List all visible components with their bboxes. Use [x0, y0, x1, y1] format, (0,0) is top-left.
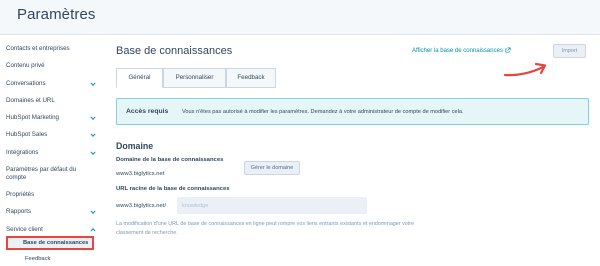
external-link-icon	[505, 47, 511, 55]
import-button[interactable]: Import	[553, 44, 586, 58]
tab-bar: Général Personnaliser Feedback	[116, 68, 596, 88]
sidebar-subitem-feedback[interactable]: Feedback	[6, 254, 94, 266]
sidebar-item-hubspot-marketing[interactable]: HubSpot Marketing	[0, 114, 108, 128]
url-change-warning: La modification d'une URL de base de con…	[116, 221, 415, 236]
domain-label: Domaine de la base de connaissances	[116, 157, 224, 163]
sidebar-item-label: Domaines et URL	[6, 97, 55, 104]
access-required-alert: Accès requis Vous n'êtes pas autorisé à …	[116, 98, 589, 125]
settings-sidebar: Contacts et entreprises Contenu privé Co…	[0, 35, 108, 266]
tab-customize[interactable]: Personnaliser	[163, 68, 226, 88]
domain-section-title: Domaine	[116, 141, 154, 151]
sidebar-item-hubspot-sales[interactable]: HubSpot Sales	[0, 131, 108, 145]
sidebar-item-label: HubSpot Marketing	[6, 114, 59, 121]
sidebar-item-label: Contacts et entreprises	[6, 45, 70, 52]
page-title: Base de connaissances	[116, 45, 233, 57]
sidebar-item-conversations[interactable]: Conversations	[0, 80, 108, 94]
kb-slug-input[interactable]	[177, 197, 367, 214]
chevron-down-icon[interactable]	[90, 150, 96, 156]
alert-title: Accès requis	[126, 108, 169, 115]
sidebar-subitem-knowledge-base[interactable]: Base de connaissances	[6, 236, 94, 250]
root-url-prefix: www3.biglytics.net/	[116, 203, 167, 209]
sidebar-item-label: Paramètres par défaut du compte	[6, 166, 77, 181]
sidebar-item-label: Contenu privé	[6, 62, 45, 69]
sidebar-item-label: Propriétés	[6, 191, 35, 198]
page-header-title: Paramètres	[17, 6, 96, 23]
chevron-down-icon[interactable]	[90, 132, 96, 138]
sidebar-item-label: Base de connaissances	[23, 239, 89, 246]
chevron-up-icon[interactable]	[90, 227, 96, 233]
sidebar-item-contacts[interactable]: Contacts et entreprises	[0, 45, 108, 59]
alert-message: Vous n'êtes pas autorisé à modifier les …	[182, 109, 464, 115]
sidebar-item-integrations[interactable]: Intégrations	[0, 149, 108, 163]
sidebar-item-label: Rapports	[6, 208, 32, 215]
chevron-down-icon[interactable]	[90, 81, 96, 87]
tab-general[interactable]: Général	[116, 68, 163, 88]
sidebar-item-label: HubSpot Sales	[6, 131, 48, 138]
domain-value: www3.biglytics.net	[116, 171, 165, 177]
main-content: Base de connaissances Afficher la base d…	[108, 35, 600, 266]
tab-feedback[interactable]: Feedback	[226, 68, 276, 88]
sidebar-item-label: Service client	[6, 226, 43, 233]
view-knowledge-base-label: Afficher la base de connaissances	[412, 48, 503, 54]
chevron-down-icon[interactable]	[90, 209, 96, 215]
sidebar-item-account-defaults[interactable]: Paramètres par défaut du compte	[0, 166, 108, 184]
sidebar-item-properties[interactable]: Propriétés	[0, 191, 108, 205]
view-knowledge-base-link[interactable]: Afficher la base de connaissances	[412, 47, 511, 55]
root-url-label: URL racine de la base de connaissances	[116, 186, 230, 192]
sidebar-item-label: Intégrations	[6, 149, 39, 156]
sidebar-item-private-content[interactable]: Contenu privé	[0, 62, 108, 76]
settings-header: Paramètres	[0, 0, 600, 35]
sidebar-item-label: Conversations	[6, 80, 46, 87]
sidebar-item-domains[interactable]: Domaines et URL	[0, 97, 108, 111]
chevron-down-icon[interactable]	[90, 115, 96, 121]
sidebar-item-reports[interactable]: Rapports	[0, 208, 108, 222]
sidebar-item-label: Feedback	[25, 256, 51, 262]
manage-domain-button[interactable]: Gérer le domaine	[244, 161, 300, 175]
